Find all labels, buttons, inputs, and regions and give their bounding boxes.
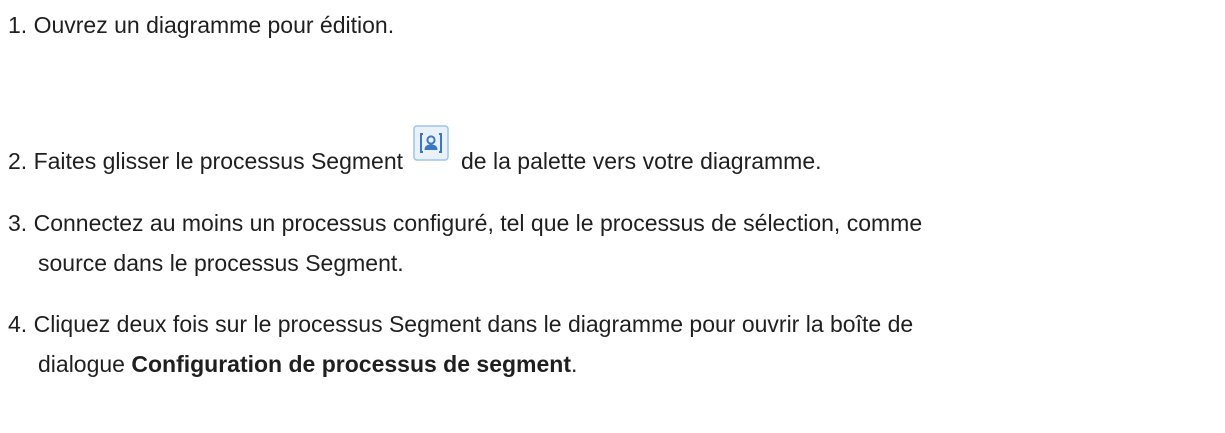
instruction-document: 1. Ouvrez un diagramme pour édition. 2. … [0, 0, 1225, 433]
step-text-line-2-prefix: dialogue [38, 351, 132, 377]
segment-process-icon [413, 125, 449, 161]
step-text-line-2: source dans le processus Segment. [38, 250, 404, 276]
step-text-line-1: Cliquez deux fois sur le processus Segme… [33, 311, 914, 337]
step-3: 3. Connectez au moins un processus confi… [8, 203, 922, 243]
step-4: 4. Cliquez deux fois sur le processus Se… [8, 304, 913, 344]
step-text-line-2-suffix: . [571, 351, 578, 377]
step-number: 3. [8, 210, 28, 236]
step-text-before-icon: Faites glisser le processus Segment [33, 148, 404, 174]
step-number: 2. [8, 148, 28, 174]
dialog-name: Configuration de processus de segment [131, 351, 571, 377]
step-2: 2. Faites glisser le processus Segment d… [8, 125, 822, 181]
step-number: 1. [8, 12, 28, 38]
step-text-after-icon: de la palette vers votre diagramme. [461, 148, 822, 174]
step-4-continuation: dialogue Configuration de processus de s… [38, 344, 577, 384]
step-1: 1. Ouvrez un diagramme pour édition. [8, 5, 394, 45]
step-3-continuation: source dans le processus Segment. [38, 243, 404, 283]
step-text-line-1: Connectez au moins un processus configur… [33, 210, 923, 236]
step-text: Ouvrez un diagramme pour édition. [33, 12, 395, 38]
step-number: 4. [8, 311, 28, 337]
